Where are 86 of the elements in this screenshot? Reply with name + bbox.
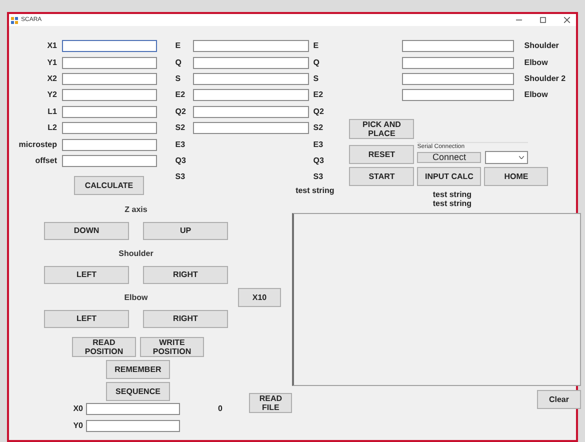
field-label: S3 xyxy=(175,171,186,184)
input-field[interactable] xyxy=(86,403,180,416)
pick-and-place-button[interactable]: PICK AND PLACE xyxy=(349,118,414,139)
input-field[interactable] xyxy=(402,56,514,69)
port-dropdown[interactable] xyxy=(485,150,528,164)
calculate-button[interactable]: CALCULATE xyxy=(74,176,144,196)
jog-button[interactable]: DOWN xyxy=(44,222,129,240)
field-label: Y0 xyxy=(72,420,84,432)
input-calc-button[interactable]: INPUT CALC xyxy=(417,166,482,186)
field-label: S2 xyxy=(175,122,186,134)
field-label: Q2 xyxy=(313,106,324,118)
input-field[interactable] xyxy=(193,40,310,52)
input-field[interactable] xyxy=(62,106,157,118)
input-field[interactable] xyxy=(193,106,310,118)
input-field[interactable] xyxy=(193,122,310,134)
input-field[interactable] xyxy=(86,420,180,432)
field-label: E3 xyxy=(313,138,324,151)
field-label: E2 xyxy=(313,89,324,102)
field-label: Q2 xyxy=(175,106,187,118)
group-heading: Elbow xyxy=(123,292,149,304)
field-label: S xyxy=(175,72,182,85)
input-field[interactable] xyxy=(193,72,310,85)
field-label: L1 xyxy=(46,106,58,118)
minimize-icon[interactable] xyxy=(516,17,522,23)
jog-button[interactable]: RIGHT xyxy=(143,266,228,284)
jog-button[interactable]: RIGHT xyxy=(143,310,228,328)
read-position-button[interactable]: READ POSITION xyxy=(72,336,136,357)
input-field[interactable] xyxy=(62,72,157,85)
field-label: E2 xyxy=(175,89,186,102)
input-field[interactable] xyxy=(62,122,157,134)
clear-button[interactable]: Clear xyxy=(537,390,581,409)
field-label: S2 xyxy=(313,122,324,134)
multiplier-button[interactable]: X10 xyxy=(238,288,281,308)
status-text: test string xyxy=(432,190,472,199)
field-label: X1 xyxy=(46,40,58,52)
jog-button[interactable]: UP xyxy=(143,222,228,240)
value-text: 0 xyxy=(218,403,222,416)
read-file-button[interactable]: READ FILE xyxy=(249,392,292,413)
input-field[interactable] xyxy=(402,40,514,52)
group-heading: Z axis xyxy=(124,204,148,216)
field-label: Q3 xyxy=(175,154,187,167)
input-field[interactable] xyxy=(62,89,157,102)
jog-button[interactable]: LEFT xyxy=(44,310,129,328)
home-button[interactable]: HOME xyxy=(484,166,548,186)
field-label: E xyxy=(313,40,319,52)
field-label: L2 xyxy=(46,122,58,134)
field-label: Elbow xyxy=(524,56,548,69)
field-label: Q3 xyxy=(313,154,324,167)
output-log[interactable] xyxy=(292,212,581,386)
jog-button[interactable]: LEFT xyxy=(44,266,129,284)
maximize-icon[interactable] xyxy=(540,17,546,23)
connect-button[interactable]: Connect xyxy=(417,152,482,163)
input-field[interactable] xyxy=(402,89,514,102)
field-label: offset xyxy=(34,154,58,167)
field-label: X0 xyxy=(72,403,84,416)
group-heading: Shoulder xyxy=(118,248,154,260)
field-label: E xyxy=(175,40,182,52)
close-icon[interactable] xyxy=(564,17,570,23)
write-position-button[interactable]: WRITE POSITION xyxy=(140,336,204,357)
reset-button[interactable]: RESET xyxy=(349,144,414,164)
app-icon xyxy=(11,16,18,24)
field-label: Q xyxy=(313,56,320,69)
sequence-button[interactable]: SEQUENCE xyxy=(106,382,170,401)
field-label: E3 xyxy=(175,138,186,151)
input-field[interactable] xyxy=(402,72,514,85)
start-button[interactable]: START xyxy=(349,166,414,186)
field-label: microstep xyxy=(18,138,58,151)
field-label: S3 xyxy=(313,171,324,184)
input-field[interactable] xyxy=(62,40,157,52)
status-text: test string xyxy=(296,186,334,196)
status-text: test string xyxy=(432,198,472,208)
field-label: Elbow xyxy=(524,89,548,102)
caret-icon xyxy=(519,156,524,159)
field-label: Y1 xyxy=(46,56,58,69)
field-label: X2 xyxy=(46,72,58,85)
field-label: Q xyxy=(175,56,182,69)
input-field[interactable] xyxy=(193,89,310,102)
field-label: S xyxy=(313,72,319,85)
input-field[interactable] xyxy=(193,56,310,69)
field-label: Shoulder xyxy=(524,40,559,52)
input-field[interactable] xyxy=(62,154,157,167)
remember-button[interactable]: REMEMBER xyxy=(106,360,170,379)
input-field[interactable] xyxy=(62,138,157,151)
input-field[interactable] xyxy=(62,56,157,69)
field-label: Y2 xyxy=(46,89,58,102)
field-label: Shoulder 2 xyxy=(524,72,566,85)
